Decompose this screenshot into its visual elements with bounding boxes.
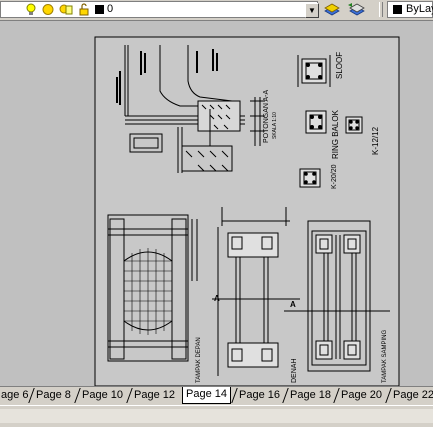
layer-dropdown[interactable]: 0 ▼	[0, 1, 319, 18]
cad-drawing: POTONGAN A-A SKALA 1:10 SLOOF RING BALOK	[94, 36, 400, 386]
tab-page-10[interactable]: Page 10	[79, 388, 126, 403]
drawing-area[interactable]: POTONGAN A-A SKALA 1:10 SLOOF RING BALOK	[0, 21, 433, 386]
layer-on-icon[interactable]	[25, 3, 37, 16]
tab-page-12[interactable]: Page 12	[131, 388, 178, 403]
tab-page-16[interactable]: Page 16	[236, 388, 283, 403]
color-control-dropdown[interactable]: ByLay	[387, 1, 433, 18]
tab-page-8[interactable]: Page 8	[33, 388, 74, 403]
color-control-label: ByLay	[406, 3, 433, 15]
section-mark-a-right: A	[290, 300, 296, 309]
tab-page-14[interactable]: Page 14	[182, 387, 231, 404]
toolbar-grip[interactable]	[379, 2, 383, 17]
layers-toolbar: 0 ▼ ByLay	[0, 0, 433, 21]
denah-label: DENAH	[291, 358, 298, 383]
section-mark-a-left: A	[214, 294, 220, 303]
color-swatch	[393, 5, 402, 14]
layer-dropdown-arrow[interactable]: ▼	[305, 3, 319, 18]
tampak-samping-label: TAMPAK SAMPING	[382, 330, 388, 383]
tab-page-18[interactable]: Page 18	[287, 388, 334, 403]
lock-icon[interactable]	[77, 3, 91, 16]
potongan-scale: SKALA 1:10	[272, 112, 278, 139]
tab-page-20[interactable]: Page 20	[338, 388, 385, 403]
tampak-depan-label: TAMPAK DEPAN	[196, 337, 202, 383]
layer-color-swatch	[95, 5, 104, 14]
layout-tabs: age 6 Page 8 Page 10 Page 12 Page 14 Pag…	[0, 386, 433, 405]
paper-sheet	[94, 36, 400, 386]
kolom-label: K-12/12	[371, 126, 380, 155]
viewport-thaw-icon[interactable]	[59, 3, 73, 16]
sloof-label: SLOOF	[335, 52, 344, 79]
make-object-layer-current-icon[interactable]	[322, 1, 342, 18]
tab-page-6[interactable]: age 6	[0, 388, 32, 403]
ring-balok-label: RING BALOK	[331, 109, 340, 159]
current-layer-name: 0	[107, 3, 114, 15]
layer-previous-icon[interactable]	[346, 1, 366, 18]
kolom2-label: K-20/20	[331, 164, 338, 189]
horizontal-scrollbar[interactable]	[0, 405, 433, 427]
scrollbar-track[interactable]	[0, 409, 433, 423]
layer-thaw-icon[interactable]	[41, 3, 55, 16]
tab-page-22[interactable]: Page 22	[390, 388, 433, 403]
potongan-label: POTONGAN A-A	[263, 90, 270, 143]
